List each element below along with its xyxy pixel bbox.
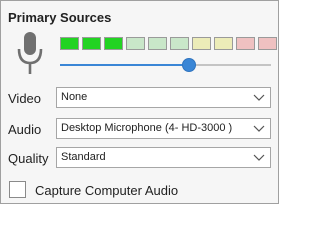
audio-level-meter [60, 37, 277, 50]
audio-select-value: Desktop Microphone (4- HD-3000 ) [61, 122, 233, 134]
volume-slider[interactable] [60, 58, 271, 72]
meter-segment [104, 37, 123, 50]
capture-computer-audio-checkbox[interactable] [9, 181, 26, 198]
audio-select[interactable]: Desktop Microphone (4- HD-3000 ) [56, 118, 271, 139]
audio-label: Audio [8, 122, 42, 137]
quality-select-value: Standard [61, 151, 106, 163]
meter-segment [126, 37, 145, 50]
section-title: Primary Sources [8, 10, 112, 25]
chevron-down-icon [253, 94, 265, 101]
video-select-value: None [61, 91, 88, 103]
meter-segment [148, 37, 167, 50]
microphone-icon [17, 32, 43, 74]
volume-slider-thumb[interactable] [181, 58, 196, 72]
meter-segment [192, 37, 211, 50]
video-select[interactable]: None [56, 87, 271, 108]
volume-slider-fill [60, 64, 189, 66]
video-label: Video [8, 91, 42, 106]
chevron-down-icon [253, 154, 265, 161]
capture-computer-audio-label[interactable]: Capture Computer Audio [35, 183, 178, 198]
chevron-down-icon [253, 125, 265, 132]
primary-sources-panel: Primary Sources Video None Audio Desktop… [0, 0, 279, 204]
meter-segment [236, 37, 255, 50]
meter-segment [258, 37, 277, 50]
meter-segment [82, 37, 101, 50]
meter-segment [214, 37, 233, 50]
quality-label: Quality [8, 151, 49, 166]
meter-segment [60, 37, 79, 50]
quality-select[interactable]: Standard [56, 147, 271, 168]
meter-segment [170, 37, 189, 50]
